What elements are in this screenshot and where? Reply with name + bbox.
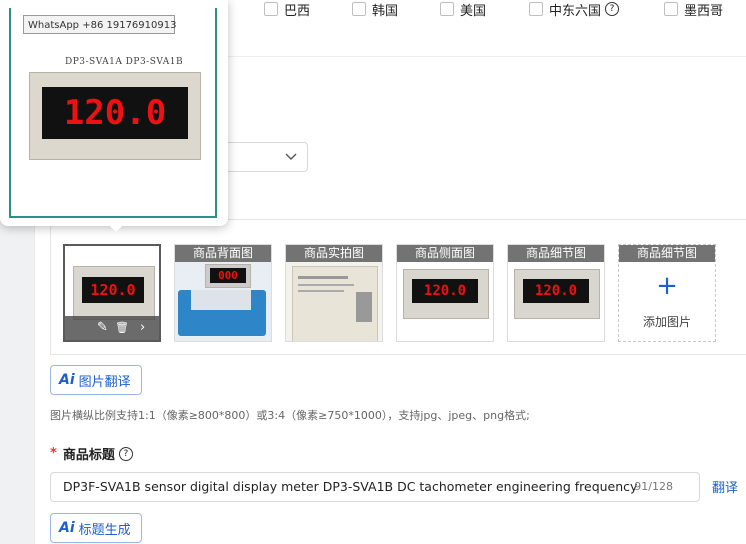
product-image: 120.0 bbox=[514, 269, 600, 319]
label-text: 商品标题 bbox=[62, 448, 115, 463]
help-icon[interactable]: ? bbox=[605, 2, 620, 16]
image-caption: 商品背面图 bbox=[175, 245, 271, 262]
image-caption: 商品细节图 bbox=[619, 245, 715, 262]
image-toolbar: ✎ 🗑 › bbox=[65, 316, 159, 340]
preview-image: WhatsApp +86 19176910913 DP3-SVA1A DP3-S… bbox=[9, 8, 217, 218]
ai-icon: Ai bbox=[59, 520, 75, 536]
char-counter: 91/128 bbox=[634, 480, 673, 493]
translate-images-button[interactable]: Ai 图片翻译 bbox=[50, 365, 142, 395]
help-icon[interactable]: ? bbox=[118, 446, 133, 461]
image-caption: 商品细节图 bbox=[508, 245, 604, 262]
checkbox[interactable] bbox=[440, 2, 454, 16]
image-caption: 商品侧面图 bbox=[397, 245, 493, 262]
checkbox[interactable] bbox=[264, 2, 278, 16]
checkbox[interactable] bbox=[664, 2, 678, 16]
whatsapp-watermark: WhatsApp +86 19176910913 bbox=[23, 15, 176, 34]
title-value: DP3F-SVA1B sensor digital display meter … bbox=[63, 479, 638, 494]
country-label: 中东六国 bbox=[549, 3, 602, 19]
chevron-down-icon bbox=[285, 151, 297, 164]
image-tile-side[interactable]: 120.0 商品侧面图 bbox=[396, 244, 494, 342]
image-tile-back[interactable]: 000 商品背面图 bbox=[174, 244, 272, 342]
ai-icon: Ai bbox=[59, 372, 75, 388]
popup-arrow bbox=[108, 224, 124, 232]
image-preview-popup: WhatsApp +86 19176910913 DP3-SVA1A DP3-S… bbox=[0, 0, 228, 232]
product-image: 000 bbox=[175, 262, 271, 341]
translate-link[interactable]: 翻译 bbox=[712, 477, 738, 496]
country-option-mexico[interactable]: 墨西哥 bbox=[664, 0, 724, 19]
product-image: 120.0 bbox=[403, 269, 489, 319]
country-label: 墨西哥 bbox=[684, 3, 724, 19]
product-image bbox=[286, 262, 382, 341]
checkbox[interactable] bbox=[352, 2, 366, 16]
country-option-brazil[interactable]: 巴西 bbox=[264, 0, 311, 19]
plus-icon: + bbox=[656, 271, 678, 301]
image-tile-detail[interactable]: 120.0 商品细节图 bbox=[507, 244, 605, 342]
image-caption: 商品实拍图 bbox=[286, 245, 382, 262]
meter-photo: 120.0 bbox=[29, 72, 201, 160]
button-label: 图片翻译 bbox=[78, 374, 131, 390]
country-label: 韩国 bbox=[372, 3, 399, 19]
product-image: 120.0 bbox=[73, 266, 155, 320]
country-option-middle-east[interactable]: 中东六国 ? bbox=[529, 0, 620, 19]
image-tile-main[interactable]: 120.0 ✎ 🗑 › bbox=[63, 244, 161, 342]
model-labels: DP3-SVA1A DP3-SVA1B bbox=[65, 57, 184, 67]
trash-icon[interactable]: 🗑 bbox=[115, 316, 129, 340]
generate-title-button[interactable]: Ai 标题生成 bbox=[50, 513, 142, 543]
add-image-tile[interactable]: 商品细节图 + 添加图片 bbox=[618, 244, 716, 342]
country-option-korea[interactable]: 韩国 bbox=[352, 0, 399, 19]
edit-icon[interactable]: ✎ bbox=[97, 316, 108, 340]
title-input[interactable]: DP3F-SVA1B sensor digital display meter … bbox=[50, 472, 700, 502]
add-image-label: 添加图片 bbox=[642, 315, 691, 329]
country-label: 巴西 bbox=[284, 3, 311, 19]
country-label: 美国 bbox=[460, 3, 487, 19]
chevron-right-icon[interactable]: › bbox=[140, 316, 145, 340]
button-label: 标题生成 bbox=[78, 522, 131, 538]
image-format-hint: 图片横纵比例支持1:1（像素≥800*800）或3:4（像素≥750*1000）… bbox=[50, 409, 530, 422]
title-field-label: * 商品标题 ? bbox=[50, 444, 133, 463]
checkbox[interactable] bbox=[529, 2, 543, 16]
image-tile-real[interactable]: 商品实拍图 bbox=[285, 244, 383, 342]
required-mark: * bbox=[50, 446, 57, 461]
country-option-usa[interactable]: 美国 bbox=[440, 0, 487, 19]
